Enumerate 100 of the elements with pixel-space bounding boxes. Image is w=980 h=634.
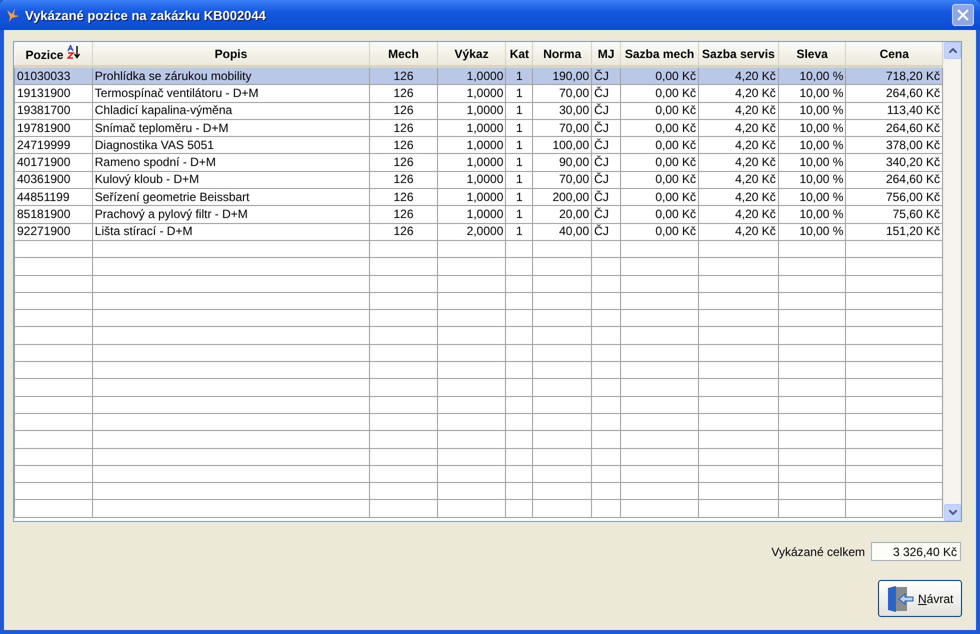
- column-header[interactable]: Mech: [370, 42, 438, 66]
- table-cell: 151,20 Kč: [846, 223, 942, 240]
- table-cell: 0,00 Kč: [620, 171, 699, 189]
- window-title: Vykázané pozice na zakázku KB002044: [25, 8, 267, 22]
- app-logo-icon: [6, 7, 20, 23]
- chevron-up-icon: [948, 48, 956, 53]
- column-header[interactable]: Výkaz: [437, 42, 506, 66]
- table-cell: Termospínač ventilátoru - D+M: [92, 84, 370, 102]
- table-cell: 44851199: [14, 188, 92, 206]
- table-cell: 90,00: [532, 154, 592, 172]
- table-cell: 126: [370, 223, 438, 240]
- table-cell: 126: [370, 188, 438, 206]
- table-cell: 1,0000: [437, 102, 506, 120]
- total-field[interactable]: 3 326,40 Kč: [871, 542, 961, 561]
- table-cell: 1,0000: [437, 188, 506, 206]
- close-icon: [957, 9, 969, 21]
- table-cell: 1,0000: [437, 171, 506, 189]
- column-header[interactable]: Sazba servis: [698, 42, 778, 66]
- table-cell: 10,00 %: [778, 171, 846, 189]
- table-cell: 92271900: [14, 223, 92, 240]
- close-button[interactable]: [952, 4, 974, 26]
- table-cell: ČJ: [592, 223, 621, 240]
- table-cell: Rameno spodní - D+M: [92, 154, 370, 172]
- table-cell: 0,00 Kč: [620, 188, 699, 206]
- table-cell: ČJ: [592, 206, 621, 224]
- return-button[interactable]: Návrat: [878, 580, 962, 617]
- table-cell: 756,00 Kč: [846, 188, 942, 206]
- table-cell: 126: [370, 84, 438, 102]
- table-cell: 264,60 Kč: [846, 119, 942, 137]
- table-cell: 10,00 %: [778, 119, 846, 137]
- table-cell: 264,60 Kč: [846, 84, 942, 102]
- table-cell: 40361900: [14, 171, 92, 189]
- table-cell: 1: [506, 206, 533, 224]
- table-cell: ČJ: [592, 102, 621, 120]
- table-cell: 40171900: [14, 154, 92, 172]
- table-cell: 200,00: [532, 188, 592, 206]
- table-cell: 2,0000: [437, 223, 506, 240]
- table-cell: ČJ: [592, 119, 621, 137]
- table-cell: 20,00: [532, 206, 592, 224]
- table-cell: 0,00 Kč: [620, 102, 699, 120]
- table-cell: ČJ: [592, 188, 621, 206]
- column-header[interactable]: MJ: [592, 42, 621, 66]
- sort-icon: [66, 45, 81, 59]
- table-cell: 70,00: [532, 119, 592, 137]
- table-cell: 1: [506, 119, 533, 137]
- table-cell: 10,00 %: [778, 206, 846, 224]
- table-cell: 4,20 Kč: [698, 223, 778, 240]
- scrollbar[interactable]: [943, 42, 961, 521]
- scroll-up-button[interactable]: [944, 42, 961, 59]
- table-cell: 4,20 Kč: [698, 188, 778, 206]
- table-cell: 126: [370, 206, 438, 224]
- column-header[interactable]: Pozice: [14, 42, 92, 66]
- table-cell: 4,20 Kč: [698, 171, 778, 189]
- table-cell: 264,60 Kč: [846, 171, 942, 189]
- table-cell: 75,60 Kč: [846, 206, 942, 224]
- table-cell: Prachový a pylový filtr - D+M: [92, 206, 370, 224]
- table-cell: 1,0000: [437, 154, 506, 172]
- table-cell: 1: [506, 136, 533, 154]
- table-cell: 4,20 Kč: [698, 102, 778, 120]
- table-cell: 0,00 Kč: [620, 136, 699, 154]
- column-header[interactable]: Kat: [506, 42, 533, 66]
- table-cell: 1,0000: [437, 84, 506, 102]
- table-cell: 4,20 Kč: [698, 119, 778, 137]
- table-cell: 1: [506, 188, 533, 206]
- table-cell: 19781900: [14, 119, 92, 137]
- table-cell: 10,00 %: [778, 188, 846, 206]
- scroll-down-button[interactable]: [944, 504, 961, 521]
- table-cell: 4,20 Kč: [698, 206, 778, 224]
- table-cell: 4,20 Kč: [698, 84, 778, 102]
- table-cell: 10,00 %: [778, 84, 846, 102]
- table-cell: Chladicí kapalina-výměna: [92, 102, 370, 120]
- table-cell: 0,00 Kč: [620, 84, 699, 102]
- table-cell: 10,00 %: [778, 102, 846, 120]
- table-cell: 10,00 %: [778, 136, 846, 154]
- table-cell: 1,0000: [437, 136, 506, 154]
- chevron-down-icon: [948, 510, 956, 515]
- table-cell: 0,00 Kč: [620, 119, 699, 137]
- table-cell: 0,00 Kč: [620, 154, 699, 172]
- table-cell: 126: [370, 102, 438, 120]
- table-cell: 126: [370, 119, 438, 137]
- table-cell: 0,00 Kč: [620, 223, 699, 240]
- table-cell: 4,20 Kč: [698, 136, 778, 154]
- table-cell: 24719999: [14, 136, 92, 154]
- column-header[interactable]: Cena: [846, 42, 942, 66]
- table-cell: 1: [506, 84, 533, 102]
- table-cell: 1: [506, 102, 533, 120]
- column-header[interactable]: Norma: [532, 42, 592, 66]
- column-header[interactable]: Sazba mech: [620, 42, 699, 66]
- table-cell: ČJ: [592, 171, 621, 189]
- table-cell: Diagnostika VAS 5051: [92, 136, 370, 154]
- table-cell: Snímač teploměru - D+M: [92, 119, 370, 137]
- table-cell: 30,00: [532, 102, 592, 120]
- column-header[interactable]: Popis: [92, 42, 370, 66]
- table-cell: 10,00 %: [778, 154, 846, 172]
- table-cell: 10,00 %: [778, 223, 846, 240]
- column-header[interactable]: Sleva: [778, 42, 846, 66]
- table-cell: 40,00: [532, 223, 592, 240]
- table-cell: 126: [370, 154, 438, 172]
- table-cell: 19131900: [14, 84, 92, 102]
- table-cell: 85181900: [14, 206, 92, 224]
